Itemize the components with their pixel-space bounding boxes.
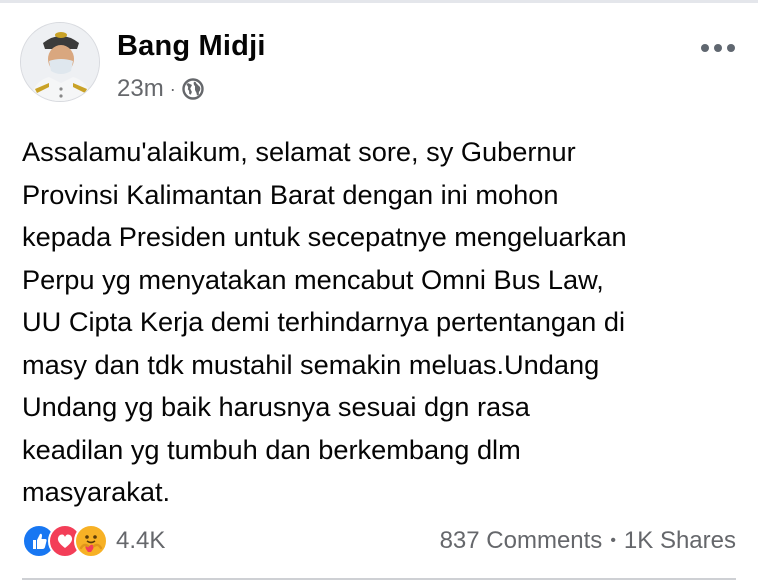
top-border	[0, 0, 758, 3]
post-meta: 23m ·	[117, 74, 204, 104]
post-header: Bang Midji 23m ·	[20, 22, 740, 104]
engagement-summary: 837 Comments • 1K Shares	[440, 525, 736, 557]
more-options-button[interactable]	[696, 34, 740, 62]
globe-icon[interactable]	[181, 78, 204, 100]
post-timestamp[interactable]: 23m	[117, 75, 164, 103]
post-text: Assalamu'alaikum, selamat sore, sy Guber…	[22, 136, 627, 507]
avatar-image	[21, 23, 99, 101]
avatar[interactable]	[20, 22, 100, 102]
author-name[interactable]: Bang Midji	[117, 30, 266, 63]
reactions-summary[interactable]: 4.4K	[22, 523, 165, 559]
comments-link[interactable]: 837 Comments	[440, 527, 603, 555]
meta-separator: ·	[169, 78, 176, 99]
care-icon	[74, 524, 108, 558]
more-horizontal-icon	[701, 44, 735, 52]
engagement-separator: •	[610, 532, 616, 549]
reaction-count: 4.4K	[116, 527, 166, 554]
post-footer: 4.4K 837 Comments • 1K Shares	[22, 521, 736, 561]
bottom-divider	[22, 578, 736, 580]
shares-link[interactable]: 1K Shares	[624, 527, 736, 555]
